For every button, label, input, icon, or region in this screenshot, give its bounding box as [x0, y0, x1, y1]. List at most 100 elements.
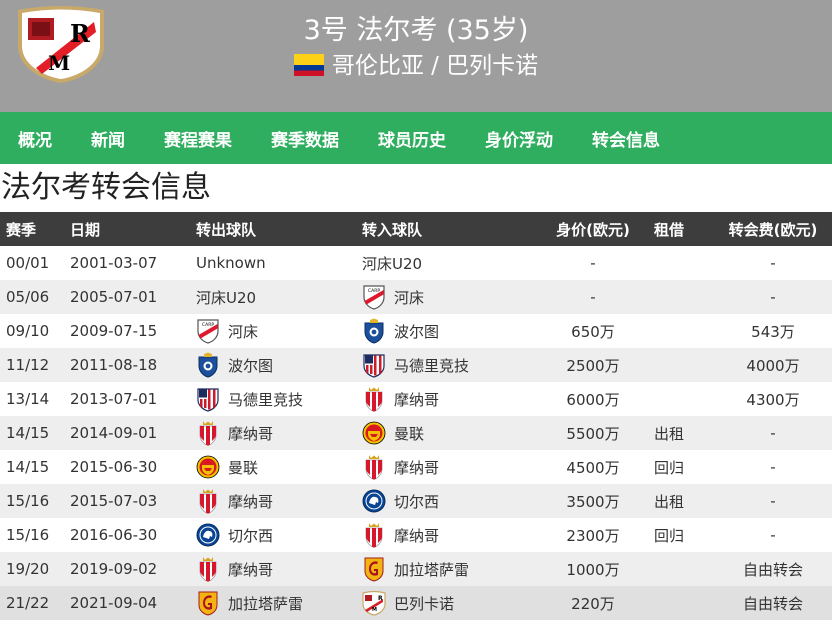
to-team-cell[interactable]: 摩纳哥 — [362, 382, 532, 416]
nav-market-value[interactable]: 身价浮动 — [485, 126, 553, 151]
team-name[interactable]: 切尔西 — [394, 491, 439, 512]
table-header-row: 赛季 日期 转出球队 转入球队 身价(欧元) 租借 转会费(欧元) — [0, 212, 832, 246]
team-name[interactable]: 曼联 — [228, 457, 258, 478]
header-from-team: 转出球队 — [196, 220, 257, 239]
team-name[interactable]: Unknown — [196, 254, 266, 272]
transfer-table: 赛季 日期 转出球队 转入球队 身价(欧元) 租借 转会费(欧元) 00/01 2… — [0, 212, 832, 620]
nav-transfers[interactable]: 转会信息 — [592, 126, 660, 151]
to-team-cell[interactable]: 切尔西 — [362, 484, 532, 518]
team-name[interactable]: 马德里竞技 — [394, 355, 469, 376]
from-team-cell[interactable]: 摩纳哥 — [196, 484, 362, 518]
market-value-cell: 4500万 — [566, 458, 620, 477]
to-team-cell[interactable]: 加拉塔萨雷 — [362, 552, 532, 586]
from-team-cell[interactable]: 河床U20 — [196, 280, 362, 314]
loan-cell — [654, 382, 714, 416]
monaco-crest-icon — [196, 488, 220, 514]
main-nav: 概况 新闻 赛程赛果 赛季数据 球员历史 身价浮动 转会信息 — [0, 112, 832, 164]
season-cell: 11/12 — [6, 356, 50, 374]
page-title: 法尔考转会信息 — [1, 170, 211, 205]
team-name[interactable]: 摩纳哥 — [228, 491, 273, 512]
team-name[interactable]: 波尔图 — [228, 355, 273, 376]
from-team-cell[interactable]: 河床 — [196, 314, 362, 348]
to-team-cell[interactable]: 摩纳哥 — [362, 450, 532, 484]
from-team-cell[interactable]: 加拉塔萨雷 — [196, 586, 362, 620]
nav-overview[interactable]: 概况 — [18, 126, 52, 151]
team-name[interactable]: 摩纳哥 — [394, 389, 439, 410]
season-cell: 14/15 — [6, 424, 50, 442]
season-cell: 09/10 — [6, 322, 50, 340]
from-team-cell[interactable]: 摩纳哥 — [196, 552, 362, 586]
loan-cell — [654, 348, 714, 382]
atletico-madrid-crest-icon — [362, 352, 386, 378]
to-team-cell[interactable]: 巴列卡诺 — [362, 586, 532, 620]
team-name[interactable]: 切尔西 — [228, 525, 273, 546]
loan-cell — [654, 586, 714, 620]
manchester-united-crest-icon — [362, 420, 386, 446]
atletico-madrid-crest-icon — [196, 386, 220, 412]
table-row: 14/15 2014-09-01 摩纳哥 曼联 5500万 出租 - — [0, 416, 832, 450]
from-team-cell[interactable]: Unknown — [196, 246, 362, 280]
team-name[interactable]: 加拉塔萨雷 — [394, 559, 469, 580]
to-team-cell[interactable]: 摩纳哥 — [362, 518, 532, 552]
team-name[interactable]: 河床U20 — [362, 253, 422, 274]
transfer-fee-cell: - — [770, 458, 776, 476]
team-name[interactable]: 河床 — [394, 287, 424, 308]
team-name[interactable]: 河床U20 — [196, 287, 256, 308]
team-name[interactable]: 加拉塔萨雷 — [228, 593, 303, 614]
date-cell: 2016-06-30 — [70, 526, 158, 544]
to-team-cell[interactable]: 曼联 — [362, 416, 532, 450]
from-team-cell[interactable]: 马德里竞技 — [196, 382, 362, 416]
season-cell: 00/01 — [6, 254, 50, 272]
table-row: 05/06 2005-07-01 河床U20 河床 - - — [0, 280, 832, 314]
river-plate-crest-icon — [196, 318, 220, 344]
from-team-cell[interactable]: 曼联 — [196, 450, 362, 484]
nav-fixtures[interactable]: 赛程赛果 — [164, 126, 232, 151]
team-name[interactable]: 摩纳哥 — [228, 423, 273, 444]
galatasaray-crest-icon — [362, 556, 386, 582]
team-name[interactable]: 巴列卡诺 — [394, 593, 454, 614]
nav-season-stats[interactable]: 赛季数据 — [271, 126, 339, 151]
table-row: 00/01 2001-03-07 Unknown 河床U20 - - — [0, 246, 832, 280]
from-team-cell[interactable]: 波尔图 — [196, 348, 362, 382]
team-name[interactable]: 摩纳哥 — [228, 559, 273, 580]
to-team-cell[interactable]: 河床 — [362, 280, 532, 314]
loan-cell: 回归 — [654, 526, 685, 545]
transfer-fee-cell: - — [770, 492, 776, 510]
team-name[interactable]: 马德里竞技 — [228, 389, 303, 410]
team-name[interactable]: 河床 — [228, 321, 258, 342]
team-name[interactable]: 摩纳哥 — [394, 457, 439, 478]
nav-player-history[interactable]: 球员历史 — [378, 126, 446, 151]
loan-cell — [654, 280, 714, 314]
nav-news[interactable]: 新闻 — [91, 126, 125, 151]
to-team-cell[interactable]: 马德里竞技 — [362, 348, 532, 382]
transfer-fee-cell: 自由转会 — [742, 560, 803, 579]
table-row: 14/15 2015-06-30 曼联 摩纳哥 4500万 回归 - — [0, 450, 832, 484]
team-name[interactable]: 摩纳哥 — [394, 525, 439, 546]
date-cell: 2014-09-01 — [70, 424, 158, 442]
monaco-crest-icon — [362, 522, 386, 548]
market-value-cell: 1000万 — [566, 560, 620, 579]
from-team-cell[interactable]: 切尔西 — [196, 518, 362, 552]
season-cell: 21/22 — [6, 594, 50, 612]
header-market-value: 身价(欧元) — [556, 220, 630, 239]
header-loan: 租借 — [654, 220, 685, 239]
team-name[interactable]: 曼联 — [394, 423, 424, 444]
porto-crest-icon — [362, 318, 386, 344]
rayo-vallecano-crest-icon — [362, 590, 386, 616]
loan-cell: 回归 — [654, 458, 685, 477]
header-date: 日期 — [70, 220, 101, 239]
monaco-crest-icon — [196, 420, 220, 446]
transfer-fee-cell: 543万 — [751, 322, 795, 341]
market-value-cell: 5500万 — [566, 424, 620, 443]
season-cell: 15/16 — [6, 526, 50, 544]
to-team-cell[interactable]: 河床U20 — [362, 246, 532, 280]
table-row: 11/12 2011-08-18 波尔图 马德里竞技 2500万 4000万 — [0, 348, 832, 382]
from-team-cell[interactable]: 摩纳哥 — [196, 416, 362, 450]
monaco-crest-icon — [362, 386, 386, 412]
transfer-fee-cell: 4300万 — [746, 390, 800, 409]
to-team-cell[interactable]: 波尔图 — [362, 314, 532, 348]
galatasaray-crest-icon — [196, 590, 220, 616]
nationality-club-text: 哥伦比亚 / 巴列卡诺 — [331, 53, 539, 79]
team-name[interactable]: 波尔图 — [394, 321, 439, 342]
transfer-fee-cell: - — [770, 424, 776, 442]
